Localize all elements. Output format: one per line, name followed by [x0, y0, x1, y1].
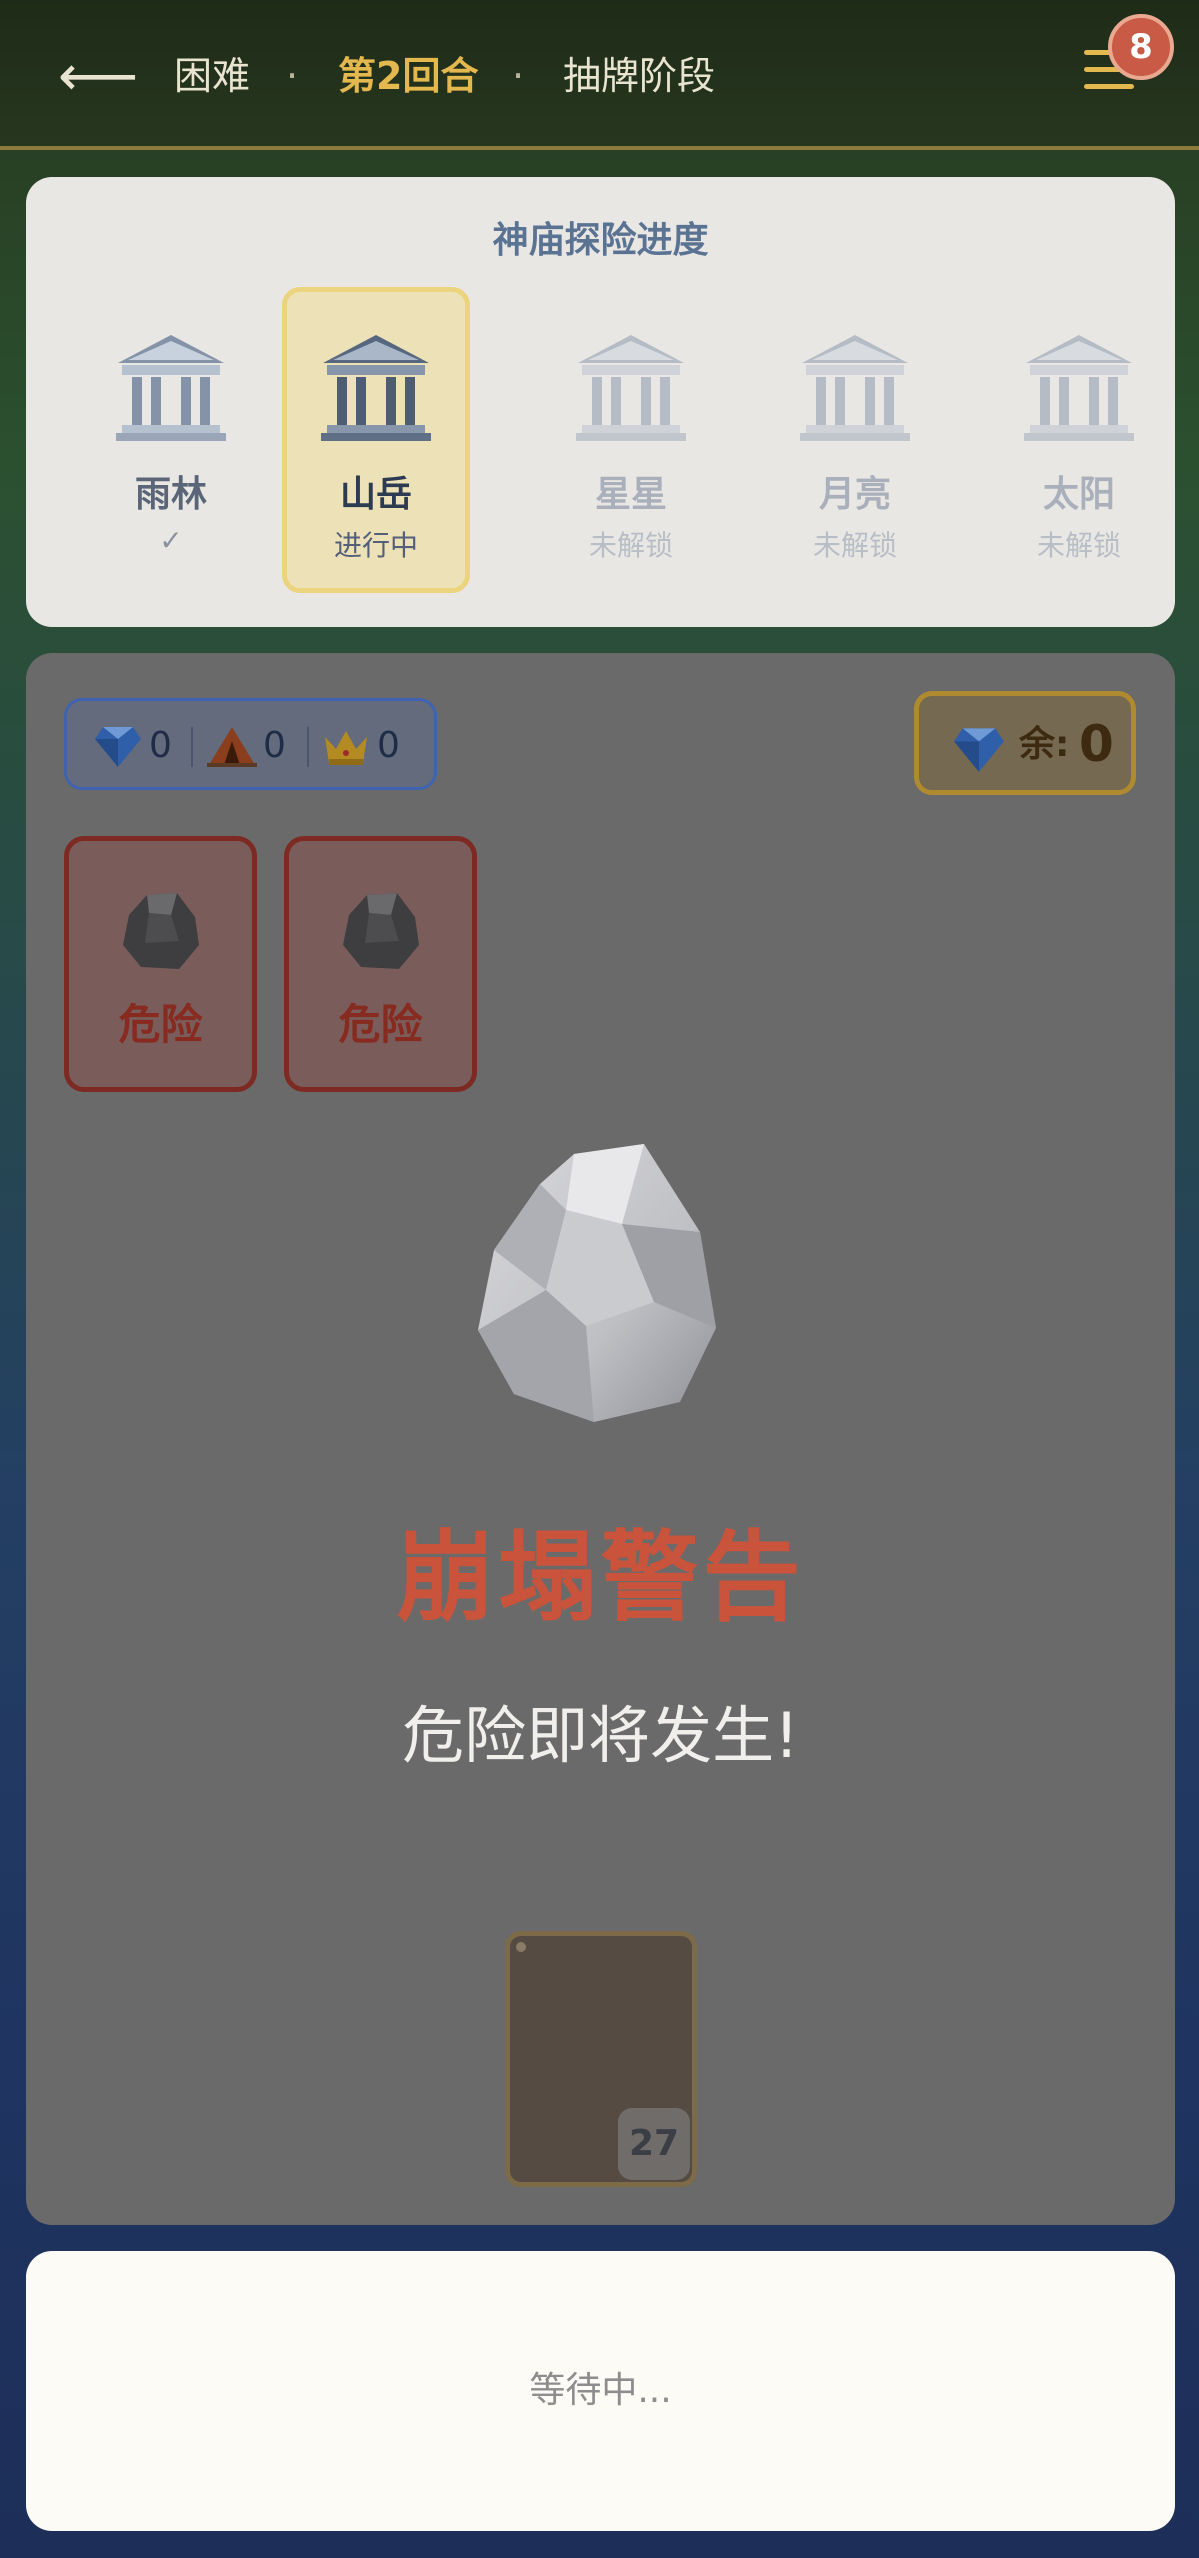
- temple-icon: [1024, 335, 1134, 441]
- top-bar: ⟵ 困难 · 第2回合 · 抽牌阶段 8: [0, 0, 1199, 150]
- temple-status: 进行中: [333, 529, 418, 562]
- temple-name: 雨林: [134, 474, 207, 515]
- crown-count: 0: [377, 725, 400, 766]
- action-panel: 等待中...: [26, 2251, 1175, 2531]
- temple-rainforest[interactable]: 雨林 ✓: [77, 287, 265, 593]
- temple-icon: [116, 335, 226, 441]
- temple-status: 未解锁: [812, 529, 897, 562]
- temple-icon: [321, 335, 431, 441]
- separator-dot: ·: [512, 54, 525, 98]
- difficulty-label: 困难: [174, 54, 251, 98]
- notification-badge: 8: [1108, 14, 1174, 80]
- separator-dot: ·: [286, 54, 299, 98]
- temple-sun[interactable]: 太阳 未解锁: [985, 287, 1173, 593]
- boulder-icon: [478, 1144, 716, 1422]
- temple-status: 未解锁: [588, 529, 673, 562]
- tent-stat: 0: [207, 723, 286, 769]
- gem-stat: 0: [93, 723, 172, 769]
- phase-label: 抽牌阶段: [563, 54, 716, 98]
- temple-moon[interactable]: 月亮 未解锁: [761, 287, 949, 593]
- tent-count: 0: [263, 725, 286, 766]
- temple-star[interactable]: 星星 未解锁: [537, 287, 725, 593]
- remaining-label: 余:: [1019, 724, 1070, 765]
- hazard-label: 危险: [338, 1000, 423, 1049]
- game-board: 0 0 0 余: 0 危险 危险 崩塌警告 危险即将发生! 27: [26, 653, 1175, 2225]
- remaining-gems: 余: 0: [914, 691, 1136, 795]
- hazard-card[interactable]: 危险: [284, 836, 477, 1092]
- temple-name: 山岳: [339, 474, 412, 515]
- temple-progress-panel: 神庙探险进度 雨林 ✓ 山岳 进行中 星星 未解锁 月亮 未解锁 太阳 未解锁: [26, 177, 1175, 627]
- draw-deck[interactable]: 27: [505, 1931, 697, 2187]
- player-stats: 0 0 0: [64, 698, 437, 790]
- round-label: 第2回合: [338, 54, 479, 98]
- divider: [191, 727, 193, 767]
- crown-stat: 0: [321, 723, 400, 769]
- gem-count: 0: [149, 725, 172, 766]
- arrow-left-icon[interactable]: ⟵: [58, 42, 138, 112]
- temple-icon: [576, 335, 686, 441]
- collapse-warning-title: 崩塌警告: [396, 1521, 805, 1635]
- gem-icon: [954, 728, 1004, 772]
- tent-icon: [207, 727, 257, 767]
- progress-title: 神庙探险进度: [492, 220, 709, 261]
- temple-name: 月亮: [818, 474, 891, 515]
- temple-mountain[interactable]: 山岳 进行中: [282, 287, 470, 593]
- gem-icon: [95, 727, 141, 767]
- rock-icon: [123, 893, 199, 969]
- temple-name: 太阳: [1042, 474, 1115, 515]
- temple-status: ✓: [159, 524, 183, 557]
- waiting-status: 等待中...: [529, 2370, 672, 2411]
- remaining-value: 0: [1079, 715, 1114, 773]
- temple-icon: [800, 335, 910, 441]
- rock-icon: [343, 893, 419, 969]
- temple-name: 星星: [594, 474, 667, 515]
- temple-status: 未解锁: [1036, 529, 1121, 562]
- deck-count: 27: [618, 2108, 690, 2180]
- divider: [307, 727, 309, 767]
- warning-subtitle: 危险即将发生!: [402, 1699, 799, 1772]
- deck-corner-dot: [516, 1942, 526, 1952]
- crown-icon: [325, 731, 367, 765]
- hazard-label: 危险: [118, 1000, 203, 1049]
- hazard-card[interactable]: 危险: [64, 836, 257, 1092]
